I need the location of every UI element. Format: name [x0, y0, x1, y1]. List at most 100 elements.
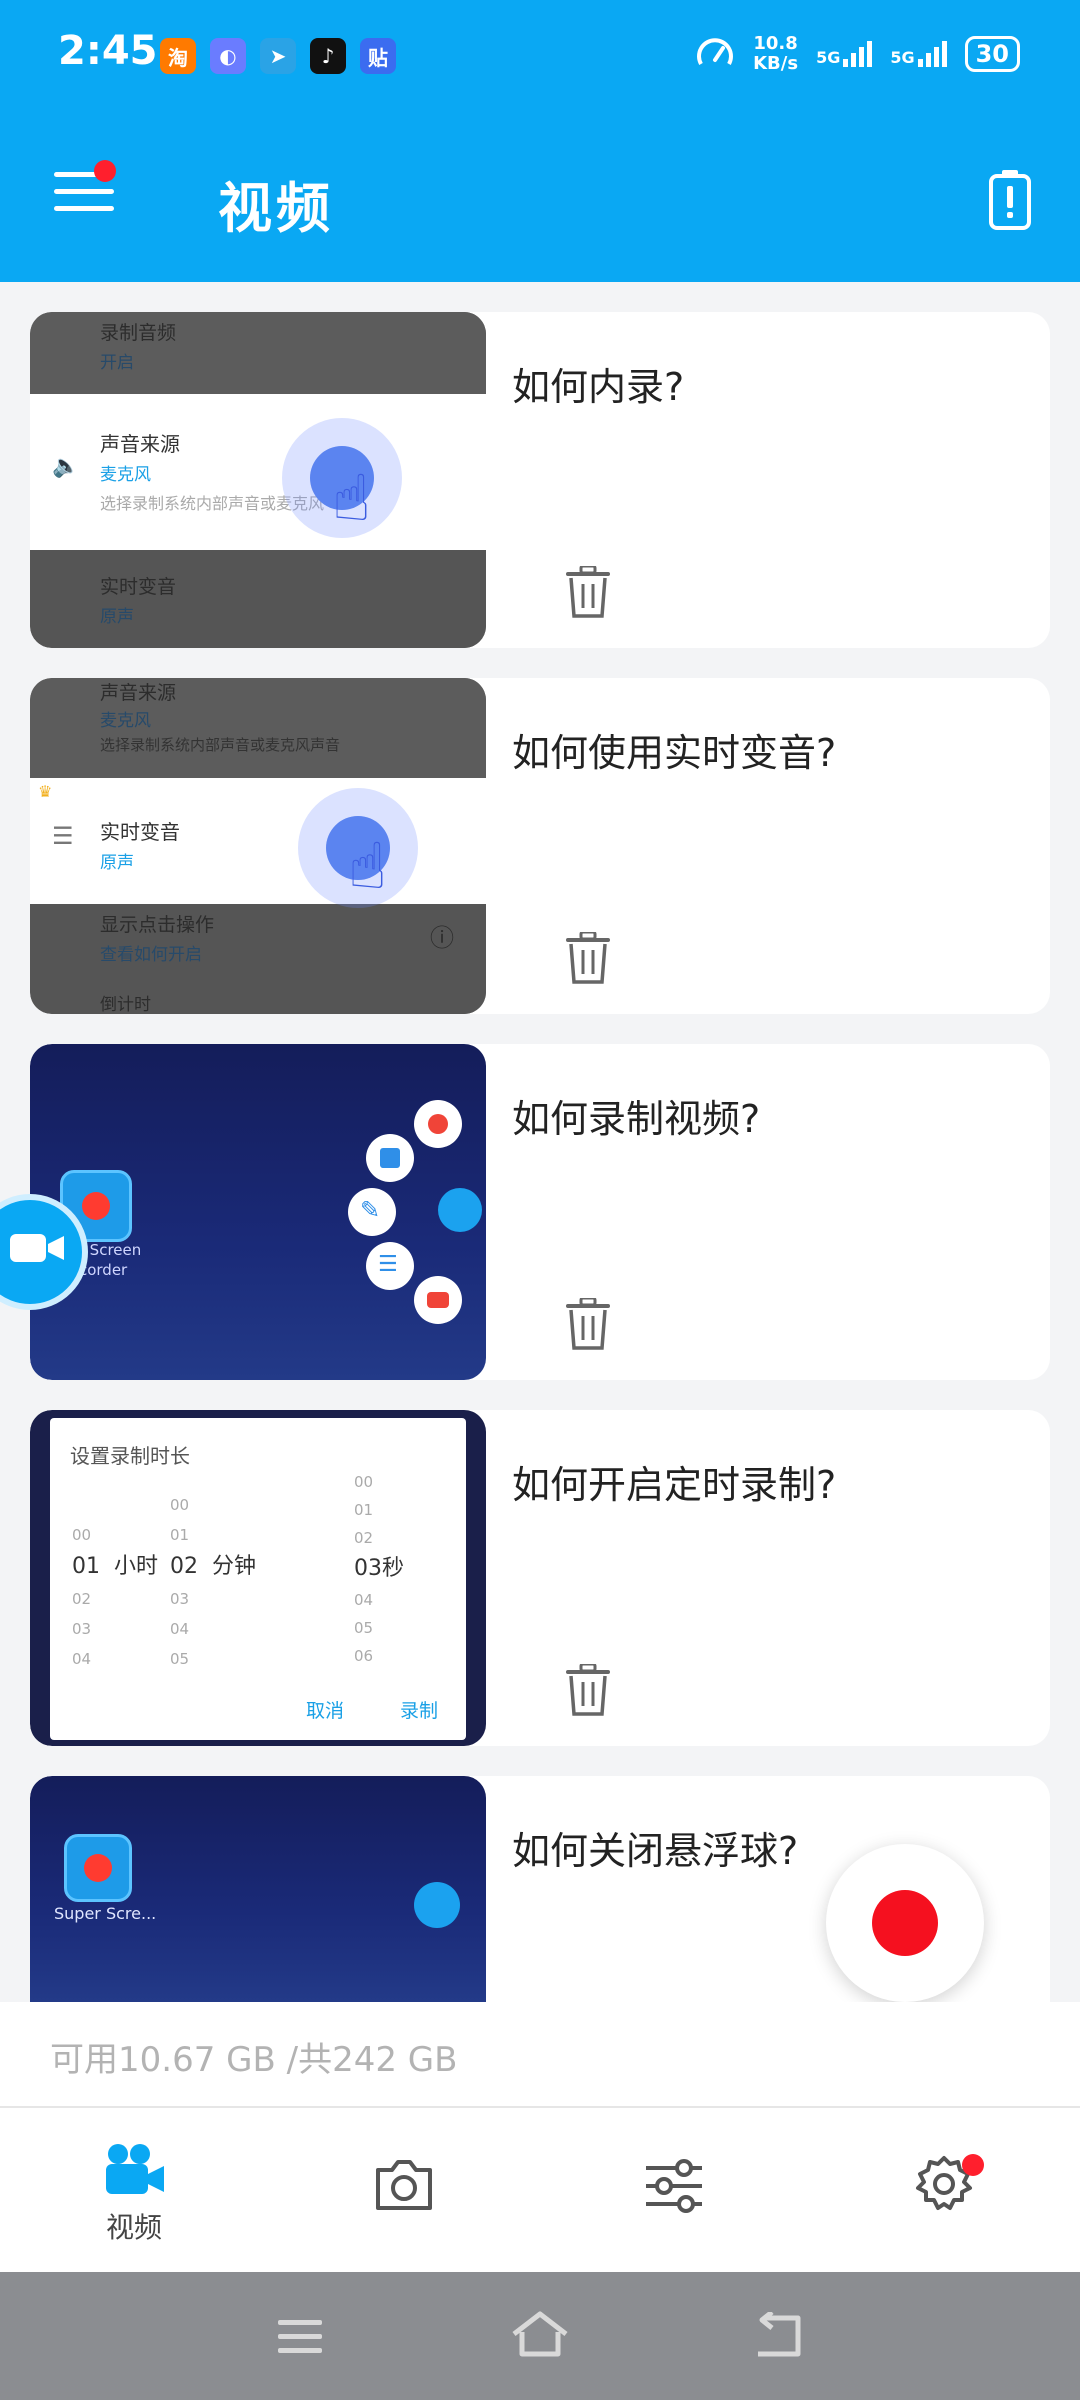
- recents-menu-icon[interactable]: [276, 2316, 324, 2356]
- nav-tools[interactable]: [614, 2158, 734, 2218]
- signal-1-label: 5G: [816, 48, 841, 67]
- notification-icons: 淘 ◐ ➤ ♪ 贴: [160, 38, 396, 74]
- video-card[interactable]: 设置录制时长 00 01 小时 02 03 04 00 01 02 分钟 03 …: [30, 1410, 1050, 1746]
- thumb-row: 录制音频 开启: [30, 312, 486, 394]
- thumb-row-title: 倒计时: [100, 995, 151, 1014]
- grid-mini-icon: [366, 1134, 414, 1182]
- picker-value: 06: [354, 1647, 374, 1665]
- picker-value: 00: [72, 1526, 92, 1544]
- video-thumbnail[interactable]: 声音来源 麦克风 选择录制系统内部声音或麦克风声音 ♛ ☰ 实时变音 原声 显示…: [30, 678, 486, 1014]
- dialog-confirm: 录制: [400, 1700, 439, 1722]
- tieba-icon: 贴: [360, 38, 396, 74]
- menu-badge: [94, 160, 116, 182]
- sliders-icon: [646, 2159, 702, 2213]
- picker-value: 00: [170, 1496, 190, 1514]
- picker-value: 00: [354, 1473, 374, 1491]
- picker-value: 02: [354, 1529, 374, 1547]
- app-header: 2:45 淘 ◐ ➤ ♪ 贴 10.8 KB/s 5G 5G 30 视频: [0, 0, 1080, 282]
- video-camera-icon: [106, 2144, 164, 2194]
- picker-value: 01: [354, 1501, 374, 1519]
- video-card[interactable]: 录制音频 开启 🔈 声音来源 麦克风 选择录制系统内部声音或麦克风 实时变音 原…: [30, 312, 1050, 648]
- thumb-row-value: 麦克风: [100, 465, 151, 485]
- app-icon: ◐: [210, 38, 246, 74]
- thumb-row: 实时变音 原声: [30, 550, 486, 648]
- picker-selected: 03秒: [354, 1556, 404, 1581]
- trash-icon[interactable]: [564, 566, 612, 618]
- system-navigation-bar: [0, 2272, 1080, 2400]
- thumb-row-value: 原声: [100, 607, 134, 627]
- picker-selected-value: 01: [72, 1554, 100, 1579]
- video-camera-icon: [10, 1234, 64, 1262]
- hand-pointer-icon: ☝: [332, 462, 371, 536]
- trash-icon[interactable]: [564, 932, 612, 984]
- seconds-column: 00 01 02 03秒 04 05 06: [354, 1468, 404, 1670]
- video-mini-icon: [438, 1188, 482, 1232]
- signal-2-label: 5G: [890, 48, 915, 67]
- picker-unit: 分钟: [212, 1554, 257, 1579]
- video-mini-icon: [414, 1882, 460, 1928]
- video-thumbnail[interactable]: per Screen Recorder ✎ ☰: [30, 1044, 486, 1380]
- home-icon[interactable]: [510, 2310, 570, 2360]
- video-title: 如何开启定时录制?: [512, 1463, 837, 1507]
- speaker-icon: 🔈: [52, 454, 80, 479]
- signal-1: 5G: [816, 41, 873, 67]
- picker-value: 04: [354, 1591, 374, 1609]
- dialog-title: 设置录制时长: [70, 1444, 190, 1468]
- trash-icon[interactable]: [564, 1664, 612, 1716]
- battery-clean-icon[interactable]: [988, 168, 1032, 230]
- telegram-icon: ➤: [260, 38, 296, 74]
- picker-unit: 小时: [114, 1554, 159, 1579]
- video-card[interactable]: per Screen Recorder ✎ ☰ 如何录制视频?: [30, 1044, 1050, 1380]
- signal-2: 5G: [890, 41, 947, 67]
- net-speed-unit: KB/s: [753, 53, 799, 74]
- record-button[interactable]: [826, 1844, 984, 2002]
- picker-value: 01: [170, 1526, 190, 1544]
- thumb-row-title: 录制音频: [100, 322, 177, 344]
- settings-badge: [962, 2154, 984, 2176]
- minutes-column: 00 01 02 分钟 03 04 05: [170, 1490, 256, 1674]
- picker-selected: 01 小时: [72, 1550, 158, 1584]
- status-time: 2:45: [58, 28, 158, 74]
- picker-value: 04: [170, 1620, 190, 1638]
- signal-bars-icon: [843, 41, 873, 67]
- video-thumbnail[interactable]: 设置录制时长 00 01 小时 02 03 04 00 01 02 分钟 03 …: [30, 1410, 486, 1746]
- picker-selected: 02 分钟: [170, 1550, 256, 1584]
- nav-settings[interactable]: [884, 2154, 1004, 2218]
- video-title: 如何关闭悬浮球?: [512, 1829, 799, 1873]
- nav-videos[interactable]: 视频: [74, 2142, 194, 2246]
- taobao-icon: 淘: [160, 38, 196, 74]
- status-right: 10.8 KB/s 5G 5G 30: [695, 34, 1020, 74]
- help-icon: ⓘ: [430, 924, 454, 952]
- speedometer-icon: [697, 38, 734, 65]
- brush-mini-icon: ✎: [348, 1188, 396, 1236]
- nav-label: 视频: [105, 2211, 162, 2244]
- record-mini-icon: [414, 1100, 462, 1148]
- video-thumbnail[interactable]: 录制音频 开启 🔈 声音来源 麦克风 选择录制系统内部声音或麦克风 实时变音 原…: [30, 312, 486, 648]
- battery-indicator: 30: [964, 36, 1020, 72]
- video-title: 如何内录?: [512, 365, 685, 409]
- thumb-row-title: 声音来源: [100, 682, 177, 704]
- thumb-row-value: 开启: [100, 353, 134, 373]
- menu-icon-line: [54, 189, 114, 194]
- nav-screenshots[interactable]: [344, 2158, 464, 2216]
- page-title: 视频: [218, 177, 334, 240]
- recorder-app-icon-dot: [84, 1854, 112, 1882]
- thumb-row-value: 原声: [100, 853, 134, 873]
- bottom-navigation: 视频: [0, 2108, 1080, 2272]
- storage-text: 可用10.67 GB /共242 GB: [50, 2040, 458, 2080]
- signal-bars-icon: [917, 41, 947, 67]
- recorder-app-icon: [64, 1834, 132, 1902]
- sliders-icon: ☰: [52, 822, 74, 850]
- timer-dialog: 设置录制时长 00 01 小时 02 03 04 00 01 02 分钟 03 …: [50, 1418, 466, 1740]
- crown-icon: ♛: [38, 782, 53, 801]
- video-card[interactable]: 声音来源 麦克风 选择录制系统内部声音或麦克风声音 ♛ ☰ 实时变音 原声 显示…: [30, 678, 1050, 1014]
- back-icon[interactable]: [754, 2312, 806, 2360]
- video-title: 如何录制视频?: [512, 1097, 761, 1141]
- recorder-app-icon-dot: [82, 1192, 110, 1220]
- dialog-cancel: 取消: [306, 1700, 345, 1722]
- trash-icon[interactable]: [564, 1298, 612, 1350]
- picker-value: 05: [170, 1650, 190, 1668]
- screenshot-mini-icon: [414, 1276, 462, 1324]
- thumb-row: 声音来源 麦克风 选择录制系统内部声音或麦克风声音: [30, 678, 486, 778]
- video-thumbnail[interactable]: Super Scre...: [30, 1776, 486, 2002]
